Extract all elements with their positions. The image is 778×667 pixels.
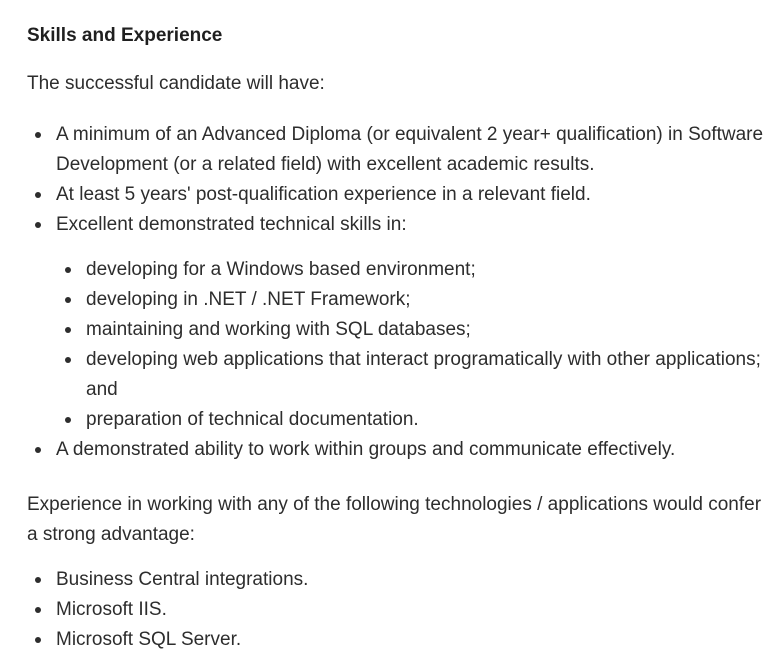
advantage-intro-text: Experience in working with any of the fo… <box>27 494 762 545</box>
advantages-list: Business Central integrations. Microsoft… <box>27 565 767 655</box>
job-description: Skills and Experience The successful can… <box>0 0 767 655</box>
section-heading: Skills and Experience <box>27 25 223 46</box>
technical-skills-list: developing for a Windows based environme… <box>56 255 767 435</box>
list-item-label: Excellent demonstrated technical skills … <box>56 214 407 235</box>
list-item: Business Central integrations. <box>27 565 767 595</box>
list-item: preparation of technical documentation. <box>56 405 767 435</box>
list-item: At least 5 years' post-qualification exp… <box>27 180 767 210</box>
list-item: developing in .NET / .NET Framework; <box>56 285 767 315</box>
list-item: maintaining and working with SQL databas… <box>56 315 767 345</box>
list-item: Microsoft IIS. <box>27 595 767 625</box>
list-item: Excellent demonstrated technical skills … <box>27 210 767 435</box>
intro-text: The successful candidate will have: <box>27 73 325 94</box>
list-item: developing web applications that interac… <box>56 345 767 405</box>
requirements-list: A minimum of an Advanced Diploma (or equ… <box>27 120 767 465</box>
list-item: A demonstrated ability to work within gr… <box>27 435 767 465</box>
list-item: developing for a Windows based environme… <box>56 255 767 285</box>
list-item: Microsoft SQL Server. <box>27 625 767 655</box>
list-item: A minimum of an Advanced Diploma (or equ… <box>27 120 767 180</box>
